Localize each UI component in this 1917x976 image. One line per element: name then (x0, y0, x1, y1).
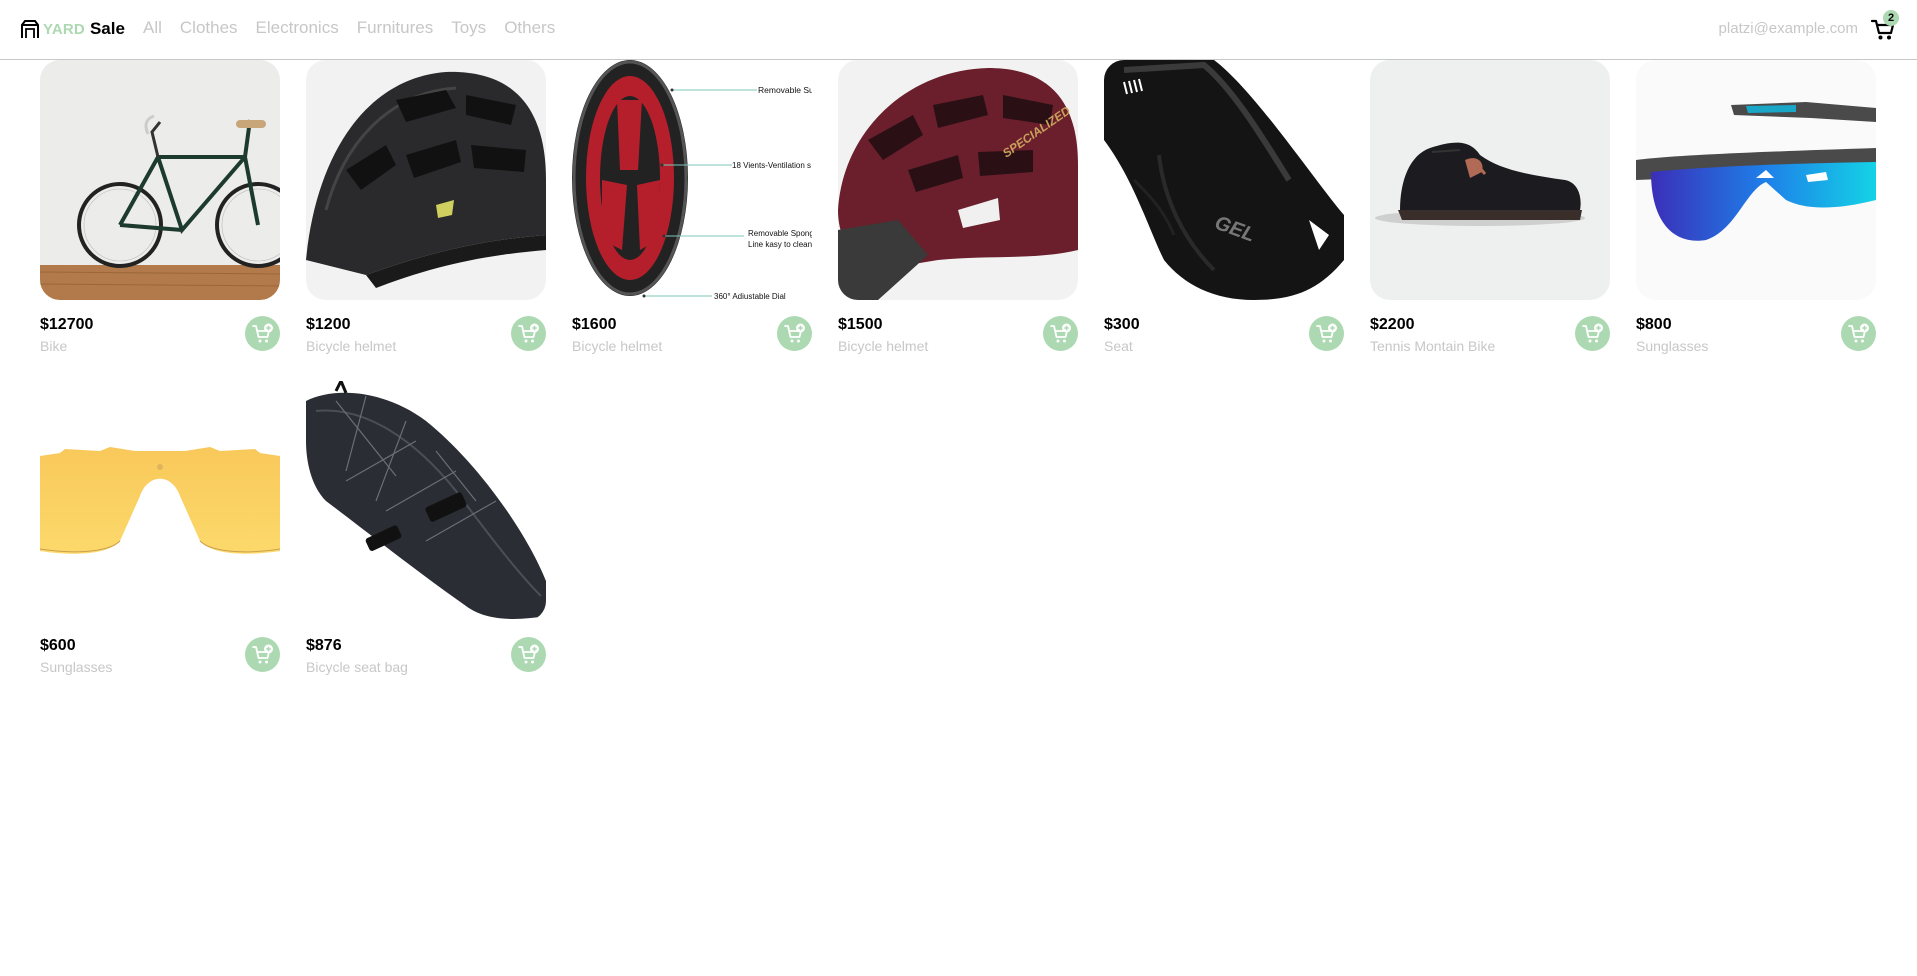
add-to-cart-button[interactable] (245, 316, 280, 351)
add-to-cart-icon (518, 323, 539, 343)
add-to-cart-icon (1848, 323, 1869, 343)
product-card: $800 Sunglasses (1636, 60, 1876, 360)
product-name: Sunglasses (1636, 338, 1709, 354)
product-name: Bike (40, 338, 68, 354)
add-to-cart-icon (1050, 323, 1071, 343)
diagram-label: Removable Sun (758, 85, 812, 95)
product-card: GEL $300 Seat (1104, 60, 1344, 360)
product-name: Sunglasses (40, 659, 113, 675)
cart-count-badge: 2 (1883, 10, 1899, 26)
nav-item-furnitures[interactable]: Furnitures (357, 18, 434, 38)
nav-item-toys[interactable]: Toys (451, 18, 486, 38)
product-image-helmet-diagram[interactable]: Removable Sun 18 Vients-Ventilation s Re… (572, 60, 812, 300)
add-to-cart-icon (1582, 323, 1603, 343)
product-name: Seat (1104, 338, 1133, 354)
diagram-label: Line kasy to clean (748, 240, 812, 249)
product-price: $1600 (572, 316, 617, 333)
product-image-seat[interactable]: GEL (1104, 60, 1344, 300)
nav-item-electronics[interactable]: Electronics (256, 18, 339, 38)
add-to-cart-icon (1316, 323, 1337, 343)
add-to-cart-icon (252, 323, 273, 343)
product-name: Bicycle helmet (306, 338, 397, 354)
product-name: Tennis Montain Bike (1370, 338, 1496, 354)
logo-sale-text: Sale (89, 19, 125, 38)
product-image-yellow-lens[interactable] (40, 381, 280, 621)
diagram-label: 18 Vients-Ventilation s (732, 161, 811, 170)
add-to-cart-button[interactable] (1309, 316, 1344, 351)
product-image-seat-bag[interactable] (306, 381, 546, 621)
nav-item-others[interactable]: Others (504, 18, 555, 38)
add-to-cart-icon (518, 644, 539, 664)
product-card: $1200 Bicycle helmet (306, 60, 546, 360)
logo[interactable]: YARD Sale (20, 16, 125, 42)
add-to-cart-button[interactable] (1575, 316, 1610, 351)
product-price: $300 (1104, 316, 1140, 333)
product-image-shoe[interactable] (1370, 60, 1610, 300)
add-to-cart-button[interactable] (1043, 316, 1078, 351)
product-name: Bicycle seat bag (306, 659, 408, 675)
product-image-blue-sunglasses[interactable] (1636, 60, 1876, 300)
user-email[interactable]: platzi@example.com (1719, 20, 1858, 37)
logo-yard-text: YARD (43, 20, 85, 38)
product-card: $600 Sunglasses (40, 381, 280, 681)
product-card: SPECIALIZED $1500 Bicycle helmet (838, 60, 1078, 360)
product-price: $12700 (40, 316, 94, 333)
add-to-cart-icon (252, 644, 273, 664)
product-name: Bicycle helmet (572, 338, 663, 354)
product-price: $876 (306, 637, 342, 654)
diagram-label: Removable Spong (748, 229, 812, 238)
product-price: $2200 (1370, 316, 1415, 333)
nav-item-clothes[interactable]: Clothes (180, 18, 238, 38)
category-nav: All Clothes Electronics Furnitures Toys … (143, 18, 573, 38)
add-to-cart-icon (784, 323, 805, 343)
add-to-cart-button[interactable] (511, 316, 546, 351)
product-card: $876 Bicycle seat bag (306, 381, 546, 681)
add-to-cart-button[interactable] (511, 637, 546, 672)
navbar: YARD Sale All Clothes Electronics Furnit… (0, 0, 1917, 60)
add-to-cart-button[interactable] (1841, 316, 1876, 351)
product-image-black-helmet[interactable] (306, 60, 546, 300)
storefront-logo-icon (21, 20, 39, 38)
nav-item-all[interactable]: All (143, 18, 162, 38)
shopping-cart-button[interactable]: 2 (1870, 10, 1899, 42)
product-card: Removable Sun 18 Vients-Ventilation s Re… (572, 60, 812, 360)
product-price: $600 (40, 637, 76, 654)
product-image-bike[interactable] (40, 60, 280, 300)
add-to-cart-button[interactable] (245, 637, 280, 672)
product-name: Bicycle helmet (838, 338, 929, 354)
diagram-label: 360° Adiustable Dial (714, 292, 786, 300)
product-card: $2200 Tennis Montain Bike (1370, 60, 1610, 360)
product-price: $800 (1636, 316, 1672, 333)
product-card: $12700 Bike (40, 60, 280, 360)
product-image-maroon-helmet[interactable]: SPECIALIZED (838, 60, 1078, 300)
add-to-cart-button[interactable] (777, 316, 812, 351)
product-price: $1500 (838, 316, 883, 333)
product-price: $1200 (306, 316, 351, 333)
